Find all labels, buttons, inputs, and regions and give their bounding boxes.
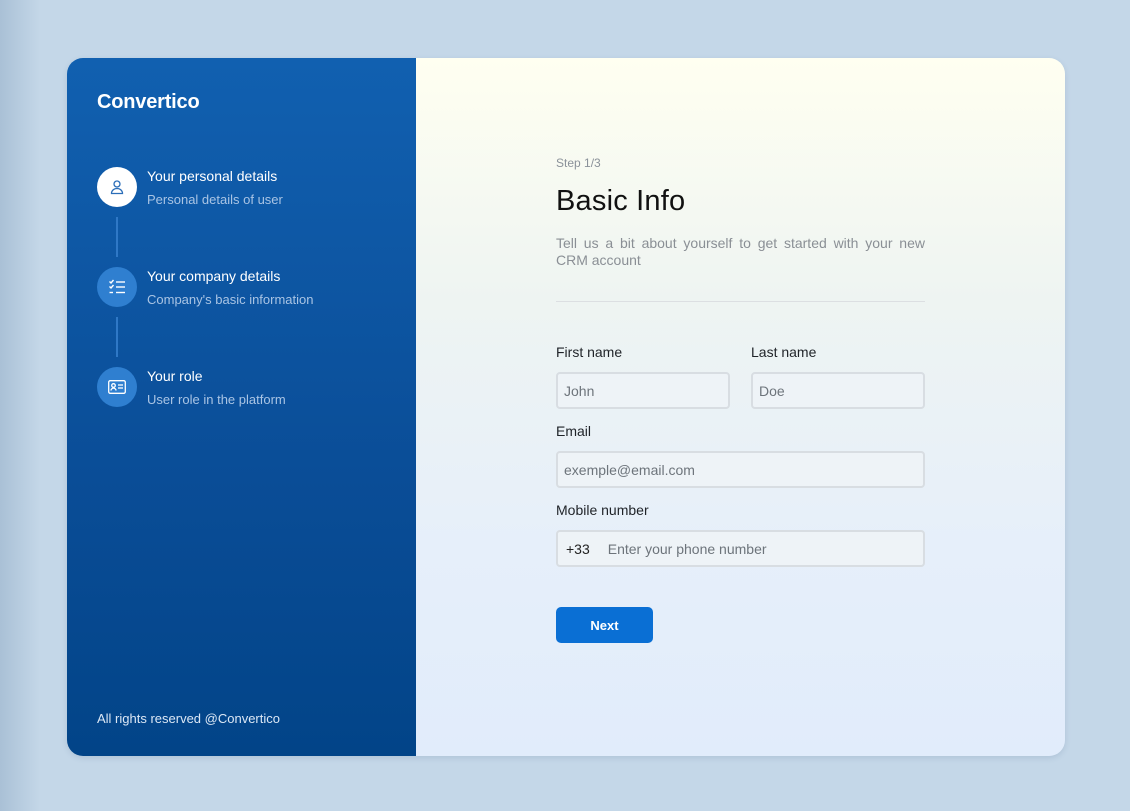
step-title: Your role xyxy=(147,368,203,384)
step-subtitle: Personal details of user xyxy=(147,192,283,207)
signup-card: Convertico Your personal details Persona… xyxy=(67,58,1065,756)
first-name-input[interactable] xyxy=(556,372,730,409)
step-connector xyxy=(116,317,118,357)
country-code[interactable]: +33 xyxy=(566,541,590,557)
last-name-label: Last name xyxy=(751,344,817,360)
user-icon xyxy=(97,167,137,207)
step-indicator: Step 1/3 xyxy=(556,156,601,170)
footer-copyright: All rights reserved @Convertico xyxy=(97,711,280,726)
step-subtitle: User role in the platform xyxy=(147,392,286,407)
step-title: Your personal details xyxy=(147,168,278,184)
divider xyxy=(556,301,925,302)
email-field: Email xyxy=(556,423,925,488)
brand-logo: Convertico xyxy=(97,91,200,113)
step-connector xyxy=(116,217,118,257)
next-button[interactable]: Next xyxy=(556,607,653,643)
email-label: Email xyxy=(556,423,592,439)
step-title: Your company details xyxy=(147,268,281,284)
last-name-field: Last name xyxy=(751,344,925,409)
last-name-input[interactable] xyxy=(751,372,925,409)
first-name-label: First name xyxy=(556,344,623,360)
background-shade xyxy=(0,0,40,811)
mobile-input[interactable] xyxy=(607,540,888,557)
main-panel: Step 1/3 Basic Info Tell us a bit about … xyxy=(416,58,1065,756)
steps-list: Your personal details Personal details o… xyxy=(97,167,314,467)
step-personal-details[interactable]: Your personal details Personal details o… xyxy=(97,167,314,267)
step-subtitle: Company's basic information xyxy=(147,292,314,307)
email-input[interactable] xyxy=(556,451,925,488)
checklist-icon xyxy=(97,267,137,307)
page-title: Basic Info xyxy=(556,185,686,217)
page-subtitle: Tell us a bit about yourself to get star… xyxy=(556,235,925,268)
first-name-field: First name xyxy=(556,344,730,409)
step-company-details[interactable]: Your company details Company's basic inf… xyxy=(97,267,314,367)
mobile-label: Mobile number xyxy=(556,502,649,518)
basic-info-form: Step 1/3 Basic Info Tell us a bit about … xyxy=(556,156,925,643)
sidebar: Convertico Your personal details Persona… xyxy=(67,58,416,756)
id-card-icon xyxy=(97,367,137,407)
step-role[interactable]: Your role User role in the platform xyxy=(97,367,314,467)
mobile-field: Mobile number +33 xyxy=(556,502,925,567)
mobile-input-wrapper: +33 xyxy=(556,530,925,567)
name-row: First name Last name xyxy=(556,344,925,409)
